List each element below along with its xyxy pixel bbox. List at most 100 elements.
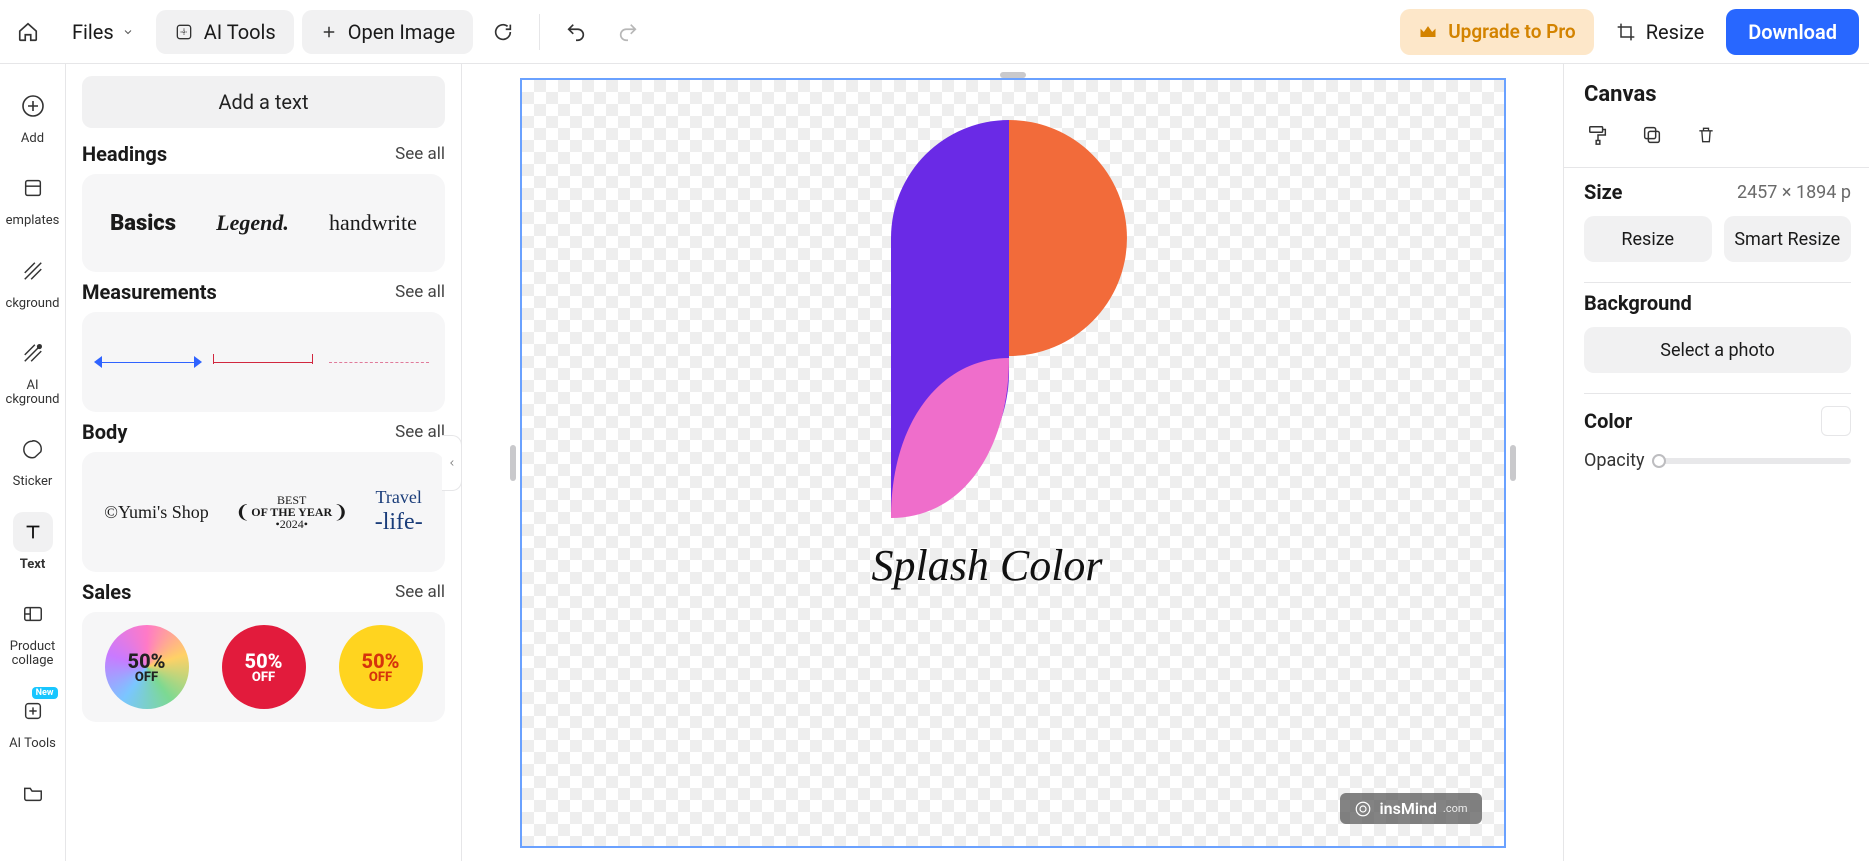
- files-menu[interactable]: Files: [58, 10, 148, 54]
- hatch-icon: [13, 251, 53, 291]
- canvas-left-handle[interactable]: [510, 445, 516, 481]
- ai-tools-button[interactable]: AI Tools: [156, 10, 294, 54]
- rail-templates-label: emplates: [6, 214, 60, 228]
- heading-sample-handwrite[interactable]: handwrite: [329, 210, 417, 236]
- watermark-brand: insMind: [1380, 799, 1437, 818]
- size-row: Size 2457 × 1894 p: [1584, 180, 1851, 204]
- resize-button[interactable]: Resize: [1584, 216, 1712, 262]
- sales-see-all[interactable]: See all: [395, 582, 445, 602]
- watermark: insMind .com: [1340, 793, 1482, 824]
- color-label: Color: [1584, 409, 1632, 433]
- undo-button[interactable]: [554, 10, 598, 54]
- toolbar-separator: [539, 14, 540, 50]
- rail-sticker[interactable]: Sticker: [2, 421, 64, 497]
- rail-sticker-label: Sticker: [13, 475, 53, 489]
- body-sample-shop[interactable]: ©Yumi's Shop: [104, 502, 208, 523]
- text-icon: [13, 512, 53, 552]
- body-sample-travel[interactable]: Travel -life-: [375, 487, 423, 537]
- download-label: Download: [1748, 20, 1837, 44]
- watermark-domain: .com: [1443, 802, 1468, 815]
- sync-button[interactable]: [481, 10, 525, 54]
- sale-badge-red[interactable]: 50% OFF: [222, 625, 306, 709]
- rail-ai-tools[interactable]: New AI Tools: [2, 683, 64, 759]
- canvas[interactable]: Splash Color insMind .com: [520, 78, 1506, 848]
- size-value: 2457 × 1894 p: [1737, 182, 1851, 203]
- size-label: Size: [1584, 180, 1622, 204]
- heading-sample-legend[interactable]: Legend.: [216, 210, 289, 236]
- rail-ai-background[interactable]: AI ckground: [2, 325, 64, 416]
- canvas-logo-text[interactable]: Splash Color: [872, 540, 1103, 591]
- crown-icon: [1418, 22, 1438, 42]
- measurements-card[interactable]: [82, 312, 445, 412]
- body-title: Body: [82, 420, 127, 444]
- headings-header: Headings See all: [82, 142, 445, 166]
- collapse-panel-button[interactable]: [442, 435, 462, 491]
- rail-ai-bg-label2: ckground: [6, 393, 60, 407]
- top-toolbar: Files AI Tools Open Image Upgrade to Pro: [0, 0, 1869, 64]
- rail-add[interactable]: Add: [2, 78, 64, 154]
- plus-circle-icon: [13, 86, 53, 126]
- measurement-bracket-red[interactable]: [213, 358, 313, 366]
- sticker-icon: [13, 429, 53, 469]
- sale-badge-yellow[interactable]: 50% OFF: [339, 625, 423, 709]
- opacity-row: Opacity: [1584, 450, 1851, 471]
- templates-icon: [13, 168, 53, 208]
- measurements-see-all[interactable]: See all: [395, 282, 445, 302]
- add-text-label: Add a text: [218, 90, 308, 114]
- heading-sample-basics[interactable]: Basics: [110, 211, 176, 236]
- sales-title: Sales: [82, 580, 131, 604]
- plus-icon: [320, 23, 338, 41]
- ai-sparkle-icon: [174, 22, 194, 42]
- collage-icon: [13, 594, 53, 634]
- opacity-slider[interactable]: [1659, 458, 1852, 464]
- paint-roller-icon: [1587, 124, 1609, 146]
- color-swatch[interactable]: [1821, 406, 1851, 436]
- sale-badge-rainbow[interactable]: 50% OFF: [105, 625, 189, 709]
- sales-card[interactable]: 50% OFF 50% OFF 50% OFF: [82, 612, 445, 722]
- smart-resize-button[interactable]: Smart Resize: [1724, 216, 1852, 262]
- opacity-slider-thumb[interactable]: [1652, 454, 1666, 468]
- ai-hatch-icon: [13, 333, 53, 373]
- upgrade-button[interactable]: Upgrade to Pro: [1400, 9, 1593, 55]
- canvas-logo-shape[interactable]: [854, 108, 1134, 528]
- canvas-right-handle[interactable]: [1510, 445, 1516, 481]
- files-label: Files: [72, 20, 114, 44]
- text-panel: Add a text Headings See all Basics Legen…: [66, 64, 462, 861]
- select-photo-button[interactable]: Select a photo: [1584, 327, 1851, 373]
- main-area: Add emplates ckground AI ckground Stic: [0, 64, 1869, 861]
- headings-see-all[interactable]: See all: [395, 144, 445, 164]
- headings-card[interactable]: Basics Legend. handwrite: [82, 174, 445, 272]
- open-image-button[interactable]: Open Image: [302, 10, 473, 54]
- rp-background-icon-button[interactable]: [1584, 121, 1612, 149]
- rp-canvas-actions: [1584, 121, 1851, 149]
- rail-text[interactable]: Text: [2, 504, 64, 580]
- resize-top-button[interactable]: Resize: [1602, 9, 1719, 55]
- new-badge: New: [32, 687, 58, 699]
- rp-delete-button[interactable]: [1692, 121, 1720, 149]
- rail-ai-bg-label1: AI: [26, 379, 38, 393]
- background-label: Background: [1584, 291, 1851, 315]
- rail-product-collage[interactable]: Product collage: [2, 586, 64, 677]
- body-see-all[interactable]: See all: [395, 422, 445, 442]
- trash-icon: [1696, 124, 1716, 146]
- rail-more[interactable]: [2, 765, 64, 821]
- opacity-label: Opacity: [1584, 450, 1645, 471]
- rail-background[interactable]: ckground: [2, 243, 64, 319]
- left-rail: Add emplates ckground AI ckground Stic: [0, 64, 66, 861]
- chevron-left-icon: [447, 456, 457, 470]
- redo-icon: [617, 21, 639, 43]
- upgrade-label: Upgrade to Pro: [1448, 20, 1575, 43]
- measurements-title: Measurements: [82, 280, 217, 304]
- rail-collage-l2: collage: [12, 654, 54, 668]
- measurement-arrow-blue[interactable]: [98, 358, 198, 366]
- rp-duplicate-button[interactable]: [1638, 121, 1666, 149]
- add-text-button[interactable]: Add a text: [82, 76, 445, 128]
- canvas-area: Splash Color insMind .com: [462, 64, 1563, 861]
- body-card[interactable]: ©Yumi's Shop ❨ BEST OF THE YEAR •2024• ❩…: [82, 452, 445, 572]
- body-sample-best[interactable]: ❨ BEST OF THE YEAR •2024• ❩: [237, 494, 346, 530]
- home-button[interactable]: [6, 10, 50, 54]
- download-button[interactable]: Download: [1726, 9, 1859, 55]
- folder-icon: [13, 773, 53, 813]
- rail-templates[interactable]: emplates: [2, 160, 64, 236]
- measurement-dashed-pink[interactable]: [329, 358, 429, 366]
